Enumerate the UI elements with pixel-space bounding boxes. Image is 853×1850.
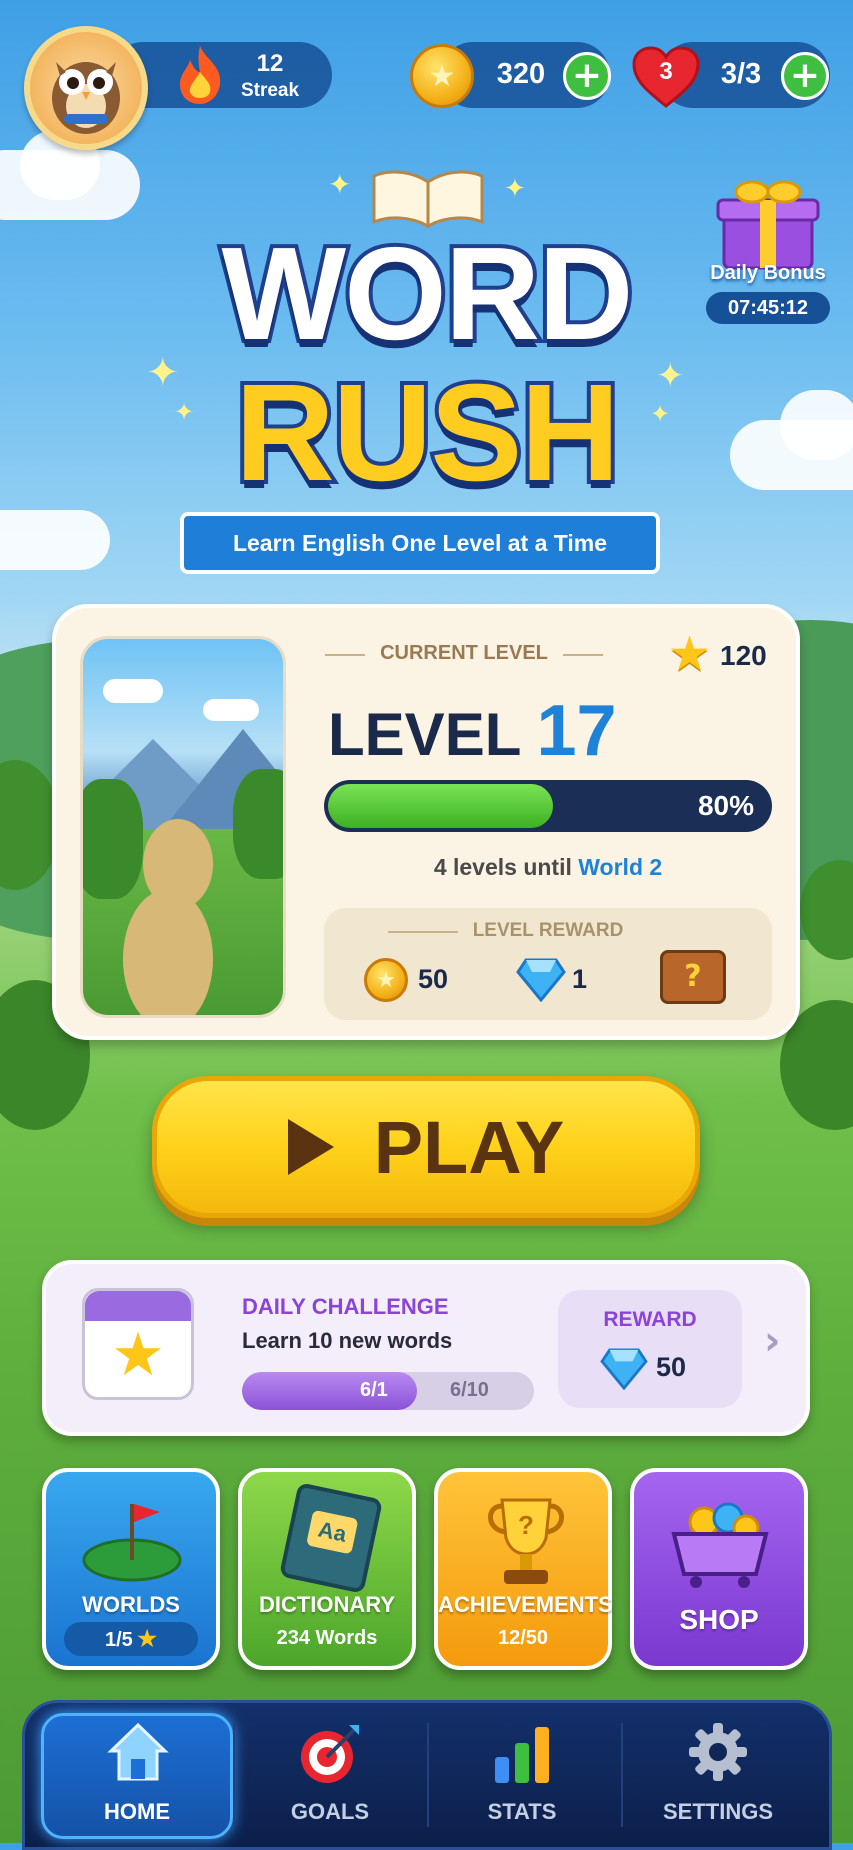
reward-gems-value: 1 (572, 964, 588, 994)
dictionary-count: 234 Words (276, 1627, 378, 1649)
level-scene-image (80, 636, 286, 1018)
daily-challenge-card[interactable]: ★ DAILY CHALLENGE Learn 10 new words 6/1… (42, 1260, 810, 1436)
achievements-count: 12/50 (497, 1627, 549, 1649)
current-level-card: CURRENT LEVEL ★ 120 LEVEL 17 80% 4 level… (52, 604, 800, 1040)
flame-icon (172, 44, 228, 110)
island-flag-icon (80, 1494, 184, 1591)
levels-until-text: 4 levels until (433, 854, 572, 880)
sparkle-icon: ✦ (504, 174, 526, 204)
shop-label: SHOP (679, 1604, 759, 1635)
gem-icon (600, 1348, 648, 1394)
level-word: LEVEL (328, 701, 522, 768)
current-level-header: CURRENT LEVEL (324, 642, 604, 665)
level-progress-bar: 80% (324, 780, 772, 832)
lives-badge: 3 (659, 58, 673, 85)
star-icon: ★ (137, 1626, 157, 1651)
worlds-tile[interactable]: WORLDS 1/5 ★ (42, 1468, 220, 1670)
level-number: 17 (536, 691, 617, 771)
current-level-label: CURRENT LEVEL (380, 642, 548, 664)
home-icon (107, 1721, 169, 1787)
calendar-icon: ★ (82, 1288, 194, 1400)
bottom-navigation: HOME GOALS STATS SETTINGS (22, 1700, 832, 1850)
sparkle-icon: ✦ (328, 168, 352, 201)
daily-reward-value: 50 (656, 1352, 687, 1382)
daily-challenge-description: Learn 10 new words (242, 1328, 453, 1353)
shop-tile[interactable]: SHOP (630, 1468, 808, 1670)
lives-value: 3/3 (720, 58, 762, 90)
nav-home[interactable]: HOME (41, 1703, 233, 1846)
owl-icon (52, 62, 120, 134)
add-lives-button[interactable]: + (781, 52, 829, 100)
gem-icon (516, 958, 566, 1006)
gear-icon (687, 1721, 749, 1787)
svg-text:?: ? (518, 1510, 534, 1540)
coins-value: 320 (496, 58, 546, 90)
target-icon (297, 1721, 363, 1791)
daily-challenge-progress-fill (242, 1372, 418, 1410)
level-reward-label: LEVEL REWARD (472, 920, 624, 941)
daily-progress-text: 6/10 (450, 1379, 489, 1401)
title-line2: RUSH (231, 352, 624, 514)
nav-goals[interactable]: GOALS (235, 1703, 425, 1846)
nav-settings[interactable]: SETTINGS (623, 1703, 813, 1846)
nav-stats[interactable]: STATS (427, 1703, 617, 1846)
achievements-tile[interactable]: ? ACHIEVEMENTS 12/50 (434, 1468, 613, 1670)
play-button[interactable]: PLAY (152, 1076, 700, 1218)
star-icon: ★ (668, 626, 712, 682)
heart-icon: 3 (632, 46, 700, 112)
tagline-ribbon: Learn English One Level at a Time (180, 512, 660, 574)
avatar[interactable] (24, 26, 148, 150)
chevron-right-icon[interactable]: › (764, 1318, 780, 1364)
daily-reward-box: REWARD 50 (558, 1290, 742, 1408)
bar-chart-icon (493, 1723, 553, 1789)
achievements-label: ACHIEVEMENTS (438, 1592, 613, 1617)
add-coins-button[interactable]: + (563, 52, 611, 100)
level-progress-label: 80% (697, 790, 754, 821)
worlds-progress: 1/5 (105, 1629, 133, 1651)
play-button-label: PLAY (373, 1105, 565, 1189)
trophy-icon: ? (476, 1490, 576, 1595)
level-progress-fill (328, 784, 554, 828)
nav-stats-label: STATS (487, 1799, 557, 1824)
daily-challenge-title: DAILY CHALLENGE (242, 1294, 449, 1319)
dictionary-label: DICTIONARY (258, 1592, 396, 1617)
reward-coins-value: 50 (418, 964, 449, 994)
shopping-basket-icon (666, 1498, 774, 1595)
worlds-sub-pill: 1/5 ★ (64, 1622, 198, 1656)
level-reward-box: LEVEL REWARD ★ 50 1 ? (324, 908, 772, 1020)
title-line1: WORD (218, 216, 638, 371)
mystery-chest-icon[interactable]: ? (660, 950, 726, 1004)
streak-count: 12 (256, 50, 284, 77)
coin-icon: ★ (410, 44, 474, 108)
nav-goals-label: GOALS (290, 1799, 370, 1824)
daily-reward-label: REWARD (603, 1308, 697, 1331)
nav-settings-label: SETTINGS (662, 1799, 773, 1824)
daily-challenge-progress-bar: 6/1 6/10 (242, 1372, 534, 1410)
dictionary-tile[interactable]: Aa DICTIONARY 234 Words (238, 1468, 416, 1670)
streak-label: Streak (240, 80, 300, 101)
next-world-name: World 2 (578, 854, 663, 880)
daily-progress-fill-text: 6/1 (360, 1379, 388, 1401)
worlds-label: WORLDS (82, 1592, 180, 1617)
coin-icon: ★ (364, 958, 408, 1002)
level-stars-value: 120 (720, 640, 767, 671)
dictionary-book-icon: Aa (278, 1482, 384, 1594)
play-icon (287, 1119, 334, 1175)
nav-home-label: HOME (104, 1799, 170, 1824)
